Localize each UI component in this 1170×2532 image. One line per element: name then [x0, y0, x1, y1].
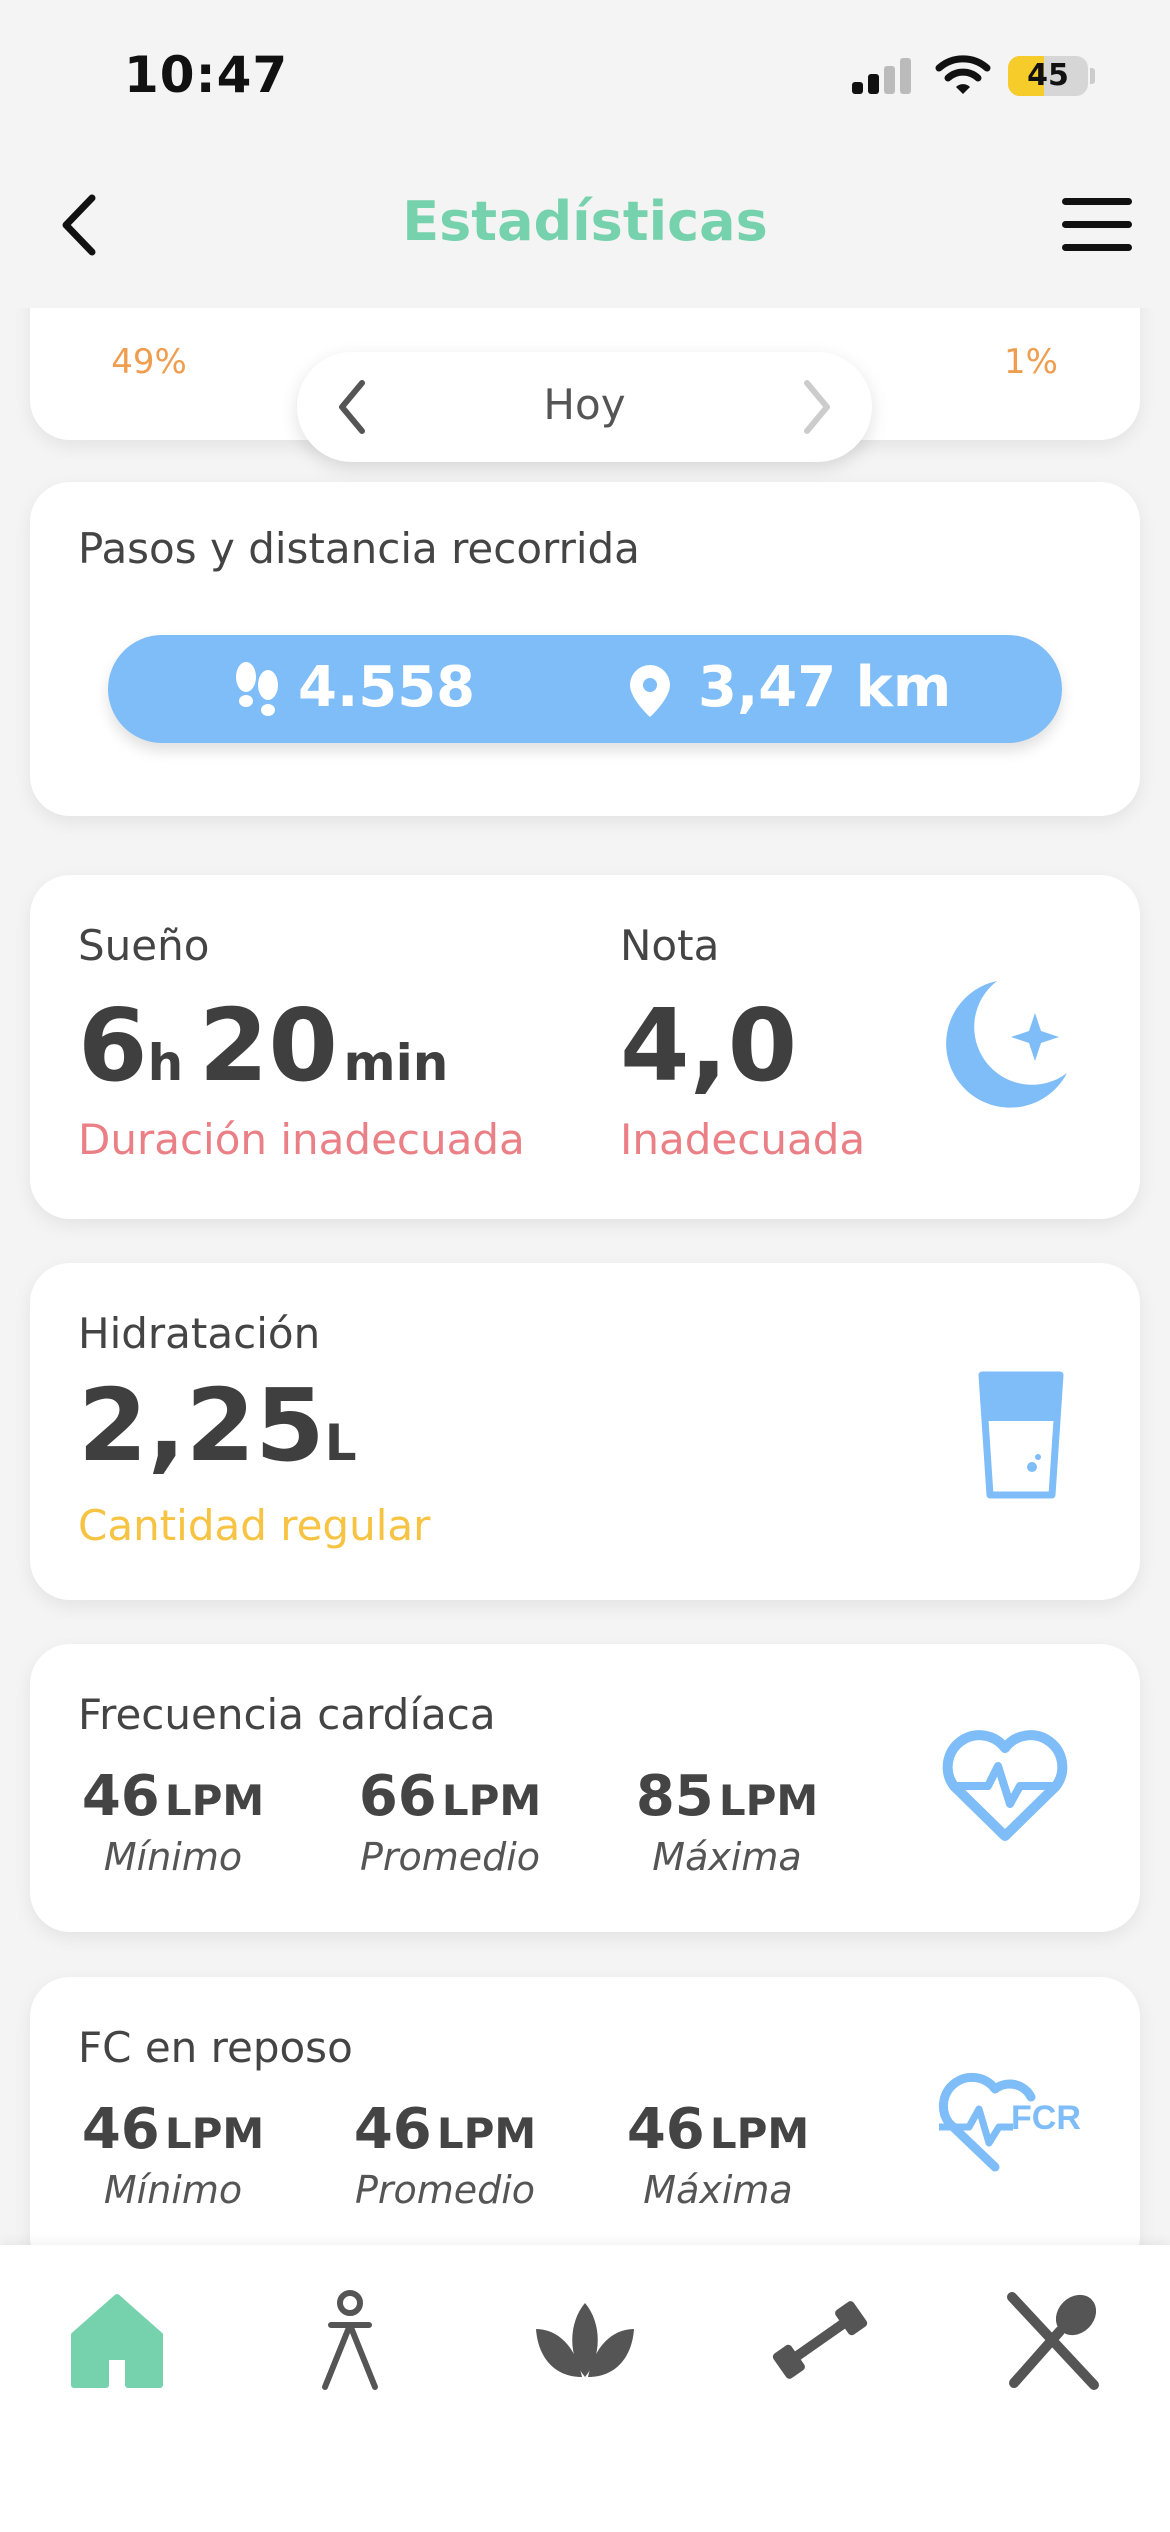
moon-star-icon: [946, 981, 1067, 1108]
sleep-duration-status: Duración inadecuada: [78, 1115, 525, 1164]
metric-unit: LPM: [441, 1776, 542, 1825]
steps-summary-pill: 4.558 3,47 km: [108, 635, 1062, 743]
hydration-unit: L: [324, 1414, 357, 1472]
sleep-minutes-unit: min: [343, 1034, 449, 1092]
resting-heart-rate-card[interactable]: FC en reposo 46 LPM Mínimo 46 LPM Promed…: [30, 1977, 1140, 2277]
hydration-amount: 2,25L: [78, 1367, 357, 1484]
resting-heart-icon: FCR: [938, 2072, 1081, 2172]
menu-button[interactable]: [1062, 198, 1132, 252]
cellular-signal-icon: [852, 56, 916, 94]
heart-rate-min: 46 LPM Mínimo: [58, 1764, 288, 1879]
battery-level: 45: [1027, 58, 1069, 93]
hydration-card[interactable]: Hidratación 2,25L Cantidad regular: [30, 1263, 1140, 1600]
date-label: Hoy: [543, 380, 626, 429]
dumbbell-icon[interactable]: [765, 2285, 875, 2395]
metric-value: 85: [635, 1764, 714, 1829]
metric-label: Promedio: [359, 1835, 541, 1879]
sleep-hours: 6: [78, 987, 148, 1104]
resting-hr-min: 46 LPM Mínimo: [58, 2097, 288, 2212]
metric-value: 46: [81, 2097, 160, 2162]
wifi-icon: [935, 55, 991, 94]
fcr-badge-text: FCR: [1011, 2099, 1081, 2137]
steps-card-title: Pasos y distancia recorrida: [78, 524, 640, 573]
status-time: 10:47: [124, 46, 289, 104]
metric-label: Máxima: [652, 1835, 802, 1879]
date-selector: Hoy: [297, 352, 872, 462]
metric-unit: LPM: [164, 1776, 265, 1825]
heart-rate-avg: 66 LPM Promedio: [335, 1764, 565, 1879]
resting-hr-title: FC en reposo: [78, 2023, 353, 2072]
metric-value: 66: [358, 1764, 437, 1829]
distance-value: 3,47 km: [698, 655, 952, 720]
hydration-status: Cantidad regular: [78, 1501, 431, 1550]
next-day-button[interactable]: [797, 377, 837, 437]
metric-unit: LPM: [718, 1776, 819, 1825]
sleep-card[interactable]: Sueño 6h 20 min Duración inadecuada Nota…: [30, 875, 1140, 1219]
ring-percent: 49%: [111, 342, 187, 382]
metric-unit: LPM: [164, 2109, 265, 2158]
water-glass-icon: [978, 1371, 1064, 1499]
metric-value: 46: [626, 2097, 705, 2162]
metric-value: 46: [81, 1764, 160, 1829]
sleep-score: 4,0: [620, 987, 798, 1104]
lotus-icon[interactable]: [530, 2285, 640, 2395]
person-icon[interactable]: [295, 2285, 405, 2395]
page-title: Estadísticas: [402, 190, 768, 253]
sleep-score-title: Nota: [620, 921, 720, 970]
resting-hr-avg: 46 LPM Promedio: [330, 2097, 560, 2212]
metric-label: Máxima: [643, 2168, 793, 2212]
sleep-minutes: 20: [198, 987, 338, 1104]
status-bar: 10:47 45: [0, 0, 1170, 150]
metric-value: 46: [353, 2097, 432, 2162]
metric-unit: LPM: [709, 2109, 810, 2158]
metric-unit: LPM: [436, 2109, 537, 2158]
hydration-title: Hidratación: [78, 1309, 321, 1358]
steps-card[interactable]: Pasos y distancia recorrida 4.558 3,47 k…: [30, 482, 1140, 816]
sleep-hours-unit: h: [147, 1034, 184, 1092]
battery-icon: 45: [1008, 56, 1088, 96]
heart-rate-title: Frecuencia cardíaca: [78, 1690, 496, 1739]
sleep-title: Sueño: [78, 921, 210, 970]
metric-label: Mínimo: [103, 2168, 243, 2212]
sleep-duration: 6h 20 min: [78, 987, 448, 1104]
metric-label: Mínimo: [103, 1835, 243, 1879]
heart-rate-card[interactable]: Frecuencia cardíaca 46 LPM Mínimo 66 LPM…: [30, 1644, 1140, 1932]
fork-spoon-icon[interactable]: [998, 2285, 1108, 2395]
metric-label: Promedio: [354, 2168, 536, 2212]
resting-hr-max: 46 LPM Máxima: [603, 2097, 833, 2212]
footprints-icon: [236, 662, 278, 716]
home-icon[interactable]: [62, 2285, 172, 2395]
heart-rate-max: 85 LPM Máxima: [612, 1764, 842, 1879]
heart-pulse-icon: [942, 1730, 1068, 1841]
bottom-tab-bar: [0, 2245, 1170, 2532]
ring-percent: 1%: [1004, 342, 1058, 382]
location-pin-icon: [630, 665, 670, 717]
hydration-value: 2,25: [78, 1367, 325, 1484]
steps-count: 4.558: [298, 655, 476, 720]
nav-bar: Estadísticas: [0, 150, 1170, 308]
sleep-score-status: Inadecuada: [620, 1115, 866, 1164]
